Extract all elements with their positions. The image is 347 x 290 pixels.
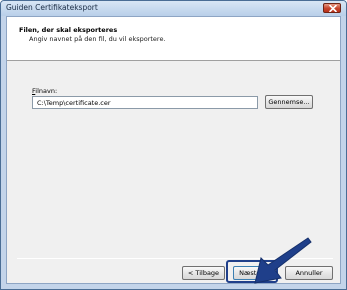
close-icon bbox=[329, 5, 337, 12]
page-subtitle: Angiv navnet på den fil, du vil eksporte… bbox=[29, 35, 166, 43]
next-button[interactable]: Næste > bbox=[233, 266, 274, 280]
wizard-client-area: Filen, der skal eksporteres Angiv navnet… bbox=[6, 16, 341, 284]
page-title: Filen, der skal eksporteres bbox=[19, 26, 118, 34]
wizard-header: Filen, der skal eksporteres Angiv navnet… bbox=[7, 17, 340, 61]
wizard-window: Guiden Certifikateksport Filen, der skal… bbox=[0, 0, 347, 290]
browse-button[interactable]: Gennemse... bbox=[265, 95, 313, 109]
filename-label: Filnavn: bbox=[32, 87, 57, 95]
close-button[interactable] bbox=[323, 3, 341, 13]
back-button[interactable]: < Tilbage bbox=[182, 266, 225, 280]
filename-label-text: ilnavn: bbox=[35, 87, 58, 95]
window-title: Guiden Certifikateksport bbox=[6, 3, 98, 12]
filename-input[interactable] bbox=[32, 96, 258, 109]
cancel-button[interactable]: Annuller bbox=[285, 266, 333, 280]
footer-divider bbox=[17, 258, 333, 259]
title-bar[interactable]: Guiden Certifikateksport bbox=[1, 1, 346, 16]
